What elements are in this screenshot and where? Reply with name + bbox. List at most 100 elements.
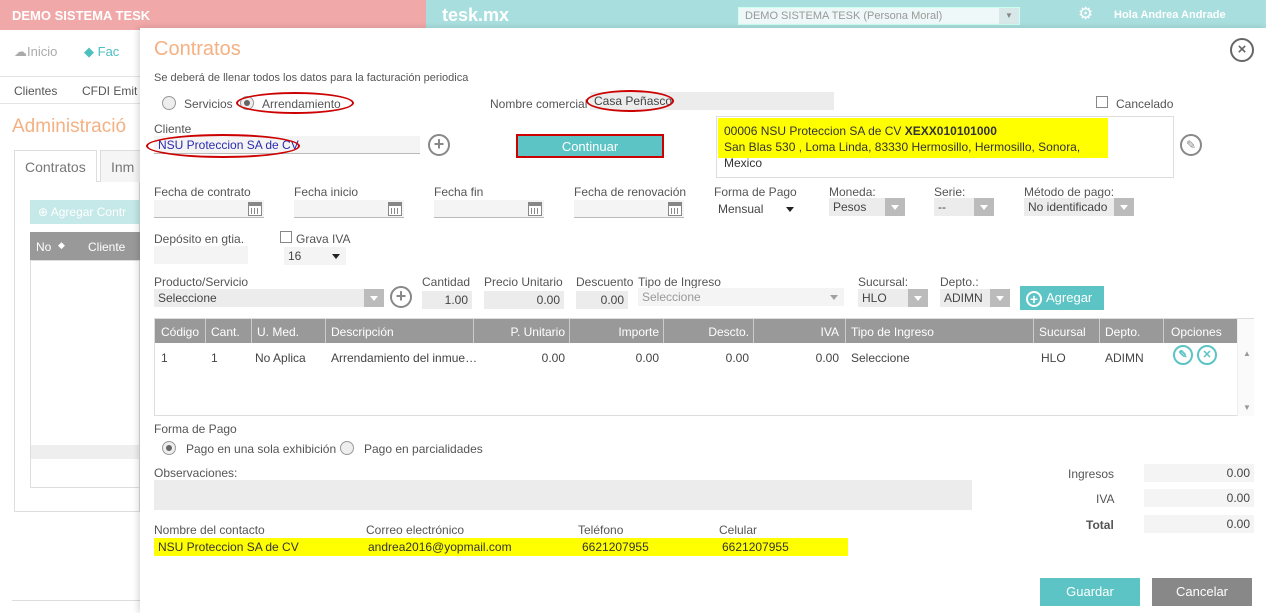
cancelar-button[interactable]: Cancelar <box>1152 578 1252 606</box>
deposito-input[interactable] <box>154 246 248 264</box>
calendar-icon[interactable] <box>668 202 682 216</box>
nav-facturacion[interactable]: ◆ Fac <box>84 44 119 60</box>
grava-iva-checkbox[interactable] <box>280 231 292 243</box>
calendar-icon[interactable] <box>388 202 402 216</box>
col-no[interactable]: No <box>36 240 51 254</box>
cliente-label: Cliente <box>154 122 192 136</box>
bg-tabs: Contratos Inm <box>14 150 146 182</box>
chevron-down-icon <box>974 198 994 216</box>
company-select[interactable]: DEMO SISTEMA TESK (Persona Moral) ▼ <box>738 7 1020 25</box>
add-contract-label: Agregar Contr <box>50 205 127 219</box>
telefono-label: Teléfono <box>578 523 624 537</box>
chevron-down-icon <box>990 289 1010 307</box>
sub-nav: Clientes CFDI Emit <box>0 76 140 104</box>
descuento-input[interactable]: 0.00 <box>576 291 628 309</box>
user-greeting[interactable]: Hola Andrea Andrade <box>1114 9 1226 21</box>
sort-icon: ◆ <box>58 240 65 250</box>
nav-home[interactable]: ☁Inicio <box>14 44 57 60</box>
cell-tipo-ingreso: Seleccione <box>851 351 910 365</box>
delete-x-icon[interactable]: ✕ <box>1197 345 1217 365</box>
metodo-pago-value: No identificado <box>1028 200 1108 214</box>
col-descripcion: Descripción <box>331 325 394 339</box>
table-scrollbar[interactable]: ▲ ▼ <box>1237 319 1254 416</box>
celular-input[interactable]: 6621207955 <box>704 538 848 556</box>
guardar-button[interactable]: Guardar <box>1040 578 1140 606</box>
tab-contratos[interactable]: Contratos <box>14 150 97 182</box>
gear-icon[interactable]: ⚙ <box>1078 4 1093 24</box>
col-codigo: Código <box>161 325 200 339</box>
nombre-comercial-label: Nombre comercial <box>490 97 588 111</box>
calendar-icon[interactable] <box>248 202 262 216</box>
client-address: 00006 NSU Proteccion SA de CV XEXX010101… <box>718 118 1108 170</box>
forma-pago-select[interactable]: Mensual <box>714 200 800 218</box>
radio-una-exhibicion-label: Pago en una sola exhibición <box>186 442 337 456</box>
sucursal-select[interactable]: HLO <box>858 289 928 307</box>
iva-rate-select[interactable]: 16 <box>284 247 346 265</box>
fecha-fin-input[interactable] <box>434 200 544 218</box>
nav-home-label: Inicio <box>27 44 58 59</box>
cell-depto: ADIMN <box>1105 351 1144 365</box>
celular-label: Celular <box>719 523 758 537</box>
cell-umed: No Aplica <box>255 351 306 365</box>
col-descto: Descto. <box>708 325 749 339</box>
radio-parcialidades-label: Pago en parcialidades <box>364 442 483 456</box>
cell-descripcion: Arrendamiento del inmue… <box>331 351 478 365</box>
cancelado-checkbox[interactable] <box>1096 96 1108 108</box>
page-title: Administració <box>12 116 127 137</box>
table-row[interactable]: 1 1 No Aplica Arrendamiento del inmue… 0… <box>155 345 1237 369</box>
radio-una-exhibicion[interactable] <box>162 441 176 455</box>
col-cliente[interactable]: Cliente <box>88 240 125 254</box>
moneda-select[interactable]: Pesos <box>829 198 905 216</box>
metodo-pago-select[interactable]: No identificado <box>1024 198 1134 216</box>
sub-nav-clientes[interactable]: Clientes <box>14 84 57 98</box>
correo-input[interactable]: andrea2016@yopmail.com <box>350 538 564 556</box>
add-product-icon[interactable]: + <box>390 286 412 308</box>
main-nav: ☁Inicio ◆ Fac <box>0 30 140 76</box>
cell-iva: 0.00 <box>815 351 839 365</box>
radio-parcialidades[interactable] <box>340 441 354 455</box>
close-icon[interactable]: × <box>1230 38 1254 62</box>
fecha-inicio-input[interactable] <box>294 200 404 218</box>
forma-pago-value: Mensual <box>718 202 764 216</box>
chevron-down-icon <box>908 289 928 307</box>
serie-label: Serie: <box>934 185 966 199</box>
tab-inm[interactable]: Inm <box>100 150 146 182</box>
cell-cant: 1 <box>211 351 218 365</box>
iva-rate-value: 16 <box>288 249 302 263</box>
bg-scrollbar[interactable] <box>31 445 139 459</box>
agregar-button[interactable]: + Agregar <box>1020 286 1104 310</box>
col-depto: Depto. <box>1105 325 1141 339</box>
scroll-up-icon[interactable]: ▲ <box>1243 349 1251 358</box>
app-logo: tesk.mx <box>442 5 510 25</box>
calendar-icon[interactable] <box>528 202 542 216</box>
fecha-inicio-label: Fecha inicio <box>294 185 359 199</box>
precio-input[interactable]: 0.00 <box>484 291 564 309</box>
fecha-contrato-input[interactable] <box>154 200 264 218</box>
producto-select[interactable]: Seleccione <box>154 289 384 307</box>
depto-value: ADIMN <box>944 291 983 305</box>
radio-servicios[interactable] <box>162 96 176 110</box>
edit-pencil-icon[interactable]: ✎ <box>1173 345 1193 365</box>
edit-pencil-icon[interactable]: ✎ <box>1180 134 1202 156</box>
fecha-renovacion-input[interactable] <box>574 200 684 218</box>
highlight-annotation <box>146 134 300 158</box>
telefono-input[interactable]: 6621207955 <box>564 538 704 556</box>
ingresos-value: 0.00 <box>1144 464 1254 482</box>
producto-label: Producto/Servicio <box>154 275 249 289</box>
top-header: tesk.mx DEMO SISTEMA TESK (Persona Moral… <box>426 0 1266 30</box>
metodo-pago-label: Método de pago: <box>1024 185 1115 199</box>
cantidad-input[interactable]: 1.00 <box>422 291 472 309</box>
sucursal-value: HLO <box>862 291 887 305</box>
depto-select[interactable]: ADIMN <box>940 289 1010 307</box>
tipo-ingreso-select[interactable]: Seleccione <box>638 288 844 306</box>
scroll-down-icon[interactable]: ▼ <box>1243 403 1251 412</box>
nombre-contacto-input[interactable]: NSU Proteccion SA de CV <box>154 538 350 556</box>
continuar-button[interactable]: Continuar <box>516 134 664 158</box>
modal-title: Contratos <box>154 38 241 60</box>
serie-select[interactable]: -- <box>934 198 994 216</box>
add-client-icon[interactable]: + <box>428 134 450 156</box>
col-iva: IVA <box>820 325 839 339</box>
observaciones-textarea[interactable] <box>154 480 972 510</box>
add-contract-button[interactable]: ⊕ Agregar Contr <box>30 200 140 224</box>
sub-nav-cfdi[interactable]: CFDI Emit <box>82 84 137 98</box>
